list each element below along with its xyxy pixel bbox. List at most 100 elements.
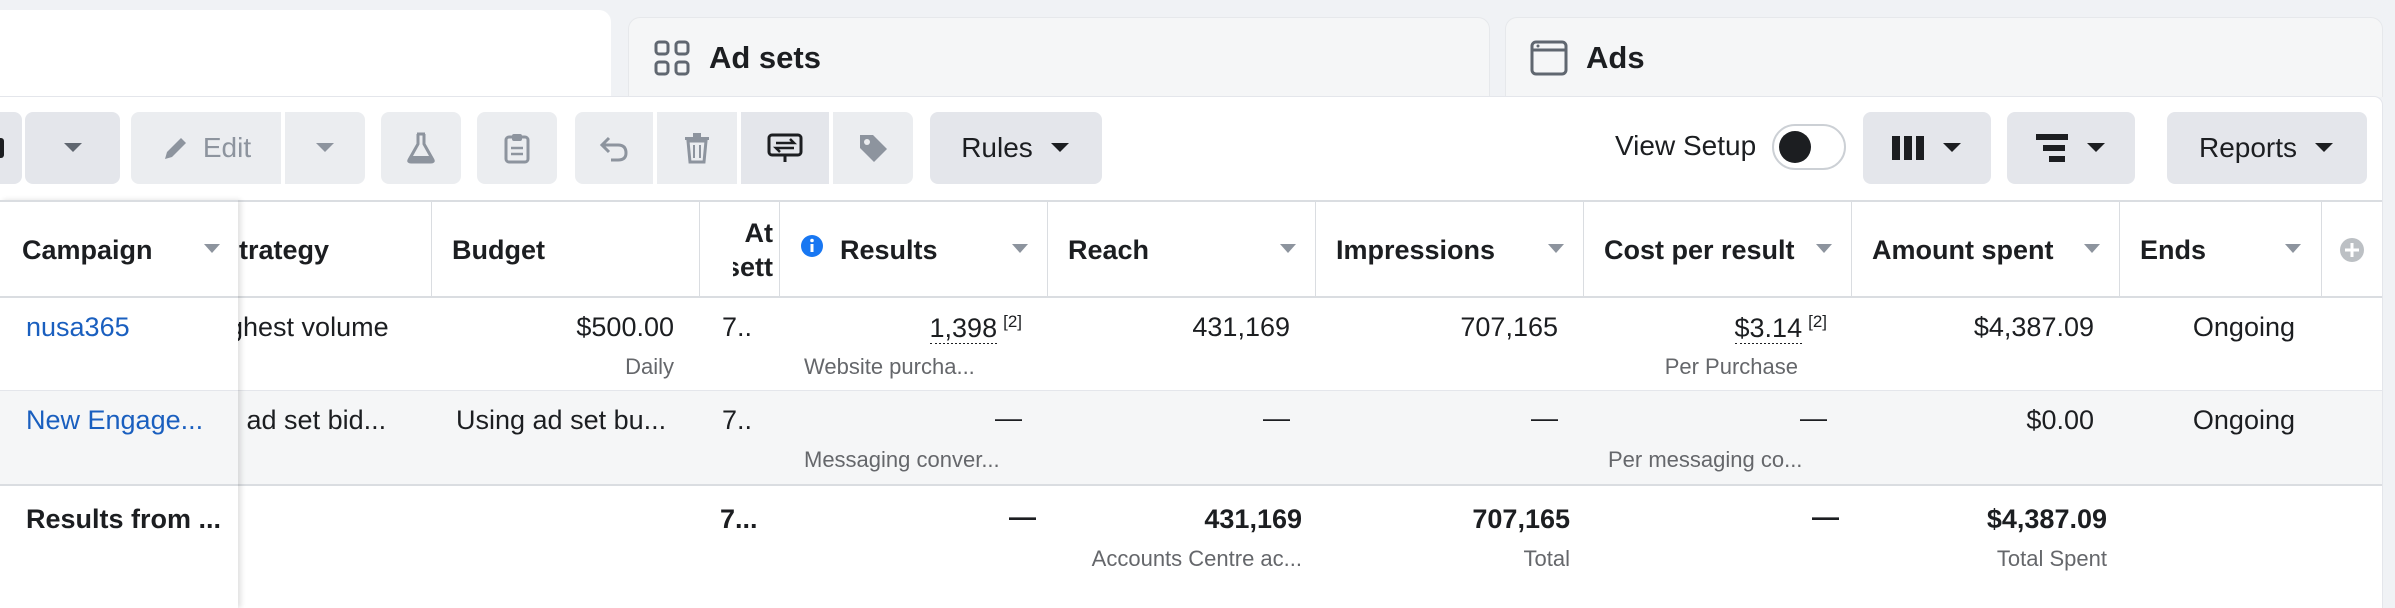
- breakdown-icon: [2035, 133, 2069, 163]
- totals-reach-sub: Accounts Centre ac...: [1091, 546, 1302, 571]
- edit-button-label: Edit: [202, 132, 252, 163]
- tag-button[interactable]: [833, 112, 913, 184]
- tab-ad-sets[interactable]: Ad sets: [628, 17, 1490, 97]
- clipboard-icon: [503, 132, 531, 164]
- breakdown-button[interactable]: [2007, 112, 2135, 184]
- info-icon[interactable]: [800, 234, 824, 263]
- chevron-down-icon: [2085, 141, 2107, 155]
- bid-strategy-cell: g ad set bid...: [224, 405, 387, 435]
- reach-cell: —: [1263, 403, 1290, 433]
- col-header-amount-spent[interactable]: Amount spent: [1872, 202, 2072, 298]
- col-header-attribution-line2: sett: [733, 252, 773, 282]
- chevron-down-icon: [62, 141, 84, 155]
- toolbar: Edit Rules View Setup Reports: [0, 112, 2382, 184]
- amount-spent-cell: $0.00: [2026, 405, 2094, 435]
- cost-type-cell: Per messaging co...: [1608, 447, 1803, 472]
- cost-per-result-cell: —: [1800, 403, 1827, 433]
- campaign-name-link[interactable]: nusa365: [26, 312, 231, 343]
- col-header-budget[interactable]: Budget: [452, 202, 692, 298]
- attribution-cell: 7..: [722, 312, 753, 342]
- campaign-name-link[interactable]: New Engage...: [26, 405, 231, 436]
- col-header-campaign-cell[interactable]: Campaign: [0, 202, 238, 298]
- col-header-attribution[interactable]: At sett: [733, 202, 773, 298]
- chevron-down-icon: [2313, 141, 2335, 155]
- chevron-down-icon: [314, 141, 336, 155]
- totals-attribution-cell: 7...: [720, 504, 758, 534]
- duplicate-button[interactable]: [0, 112, 22, 184]
- sort-impressions-icon[interactable]: [1548, 244, 1564, 253]
- col-header-cost-per-result[interactable]: Cost per result: [1604, 202, 1824, 298]
- ends-cell: Ongoing: [2192, 312, 2295, 342]
- col-header-reach[interactable]: Reach: [1068, 202, 1268, 298]
- campaigns-panel: Edit Rules View Setup Reports strategy B…: [0, 97, 2382, 608]
- table-row[interactable]: ghest volume $500.00 Daily 7.. 1,398 [2] …: [0, 298, 2382, 390]
- totals-campaign-cell: Results from ...: [0, 484, 238, 608]
- campaign-cell[interactable]: nusa365: [0, 298, 238, 390]
- budget-cell: $500.00: [576, 312, 674, 342]
- totals-label: Results from ...: [26, 504, 222, 534]
- results-cell[interactable]: 1,398 [2]: [790, 312, 1022, 344]
- bid-strategy-cell: ghest volume: [228, 312, 389, 342]
- reports-button[interactable]: Reports: [2167, 112, 2367, 184]
- sort-reach-icon[interactable]: [1280, 244, 1296, 253]
- sort-cost-per-result-icon[interactable]: [1816, 244, 1832, 253]
- tab-ad-sets-label: Ad sets: [709, 39, 821, 75]
- ends-cell: Ongoing: [2192, 405, 2295, 435]
- rules-button[interactable]: Rules: [930, 112, 1102, 184]
- totals-impressions-cell: 707,165: [1472, 504, 1570, 534]
- sort-campaign-icon[interactable]: [204, 244, 220, 253]
- attribution-cell: 7..: [722, 405, 753, 435]
- columns-button[interactable]: [1863, 112, 1991, 184]
- campaign-column: Campaign nusa365 New Engage... Results f…: [0, 200, 238, 608]
- reports-button-label: Reports: [2198, 132, 2298, 163]
- pencil-icon: [161, 133, 191, 163]
- clipboard-button[interactable]: [477, 112, 557, 184]
- delete-button[interactable]: [657, 112, 737, 184]
- results-cell: —: [995, 403, 1022, 433]
- totals-amount-spent-cell: $4,387.09: [1986, 504, 2107, 534]
- sort-results-icon[interactable]: [1012, 244, 1028, 253]
- results-type-cell: Messaging conver...: [804, 447, 1000, 472]
- edit-dropdown-button[interactable]: [285, 112, 365, 184]
- cost-type-cell: Per Purchase: [1664, 354, 1798, 379]
- col-header-bid-strategy[interactable]: strategy: [224, 202, 424, 298]
- budget-type-cell: Daily: [625, 354, 674, 379]
- trash-icon: [683, 132, 711, 164]
- budget-cell: Using ad set bu...: [456, 405, 667, 435]
- col-header-ends[interactable]: Ends: [2140, 202, 2280, 298]
- chevron-down-icon: [1941, 141, 1963, 155]
- totals-reach-cell: 431,169: [1204, 504, 1302, 534]
- edit-button[interactable]: Edit: [131, 112, 281, 184]
- tab-ads-label: Ads: [1586, 39, 1645, 75]
- add-column-icon[interactable]: [2339, 237, 2365, 268]
- undo-button[interactable]: [575, 112, 653, 184]
- campaigns-table: strategy Budget At sett Results Reach Im…: [0, 200, 2382, 608]
- impressions-cell: —: [1531, 403, 1558, 433]
- sort-ends-icon[interactable]: [2285, 244, 2301, 253]
- ads-manager-window: Ad sets Ads Edit Rules View Setup Report…: [0, 0, 2395, 608]
- cost-per-result-cell[interactable]: $3.14 [2]: [1595, 312, 1827, 344]
- view-setup-label: View Setup: [1615, 130, 1757, 161]
- flask-icon: [406, 132, 436, 164]
- ads-window-icon: [1530, 39, 1568, 77]
- amount-spent-cell: $4,387.09: [1973, 312, 2094, 342]
- col-header-impressions[interactable]: Impressions: [1336, 202, 1536, 298]
- col-header-campaign: Campaign: [22, 234, 153, 265]
- table-row[interactable]: g ad set bid... Using ad set bu... 7.. —…: [0, 390, 2382, 484]
- compare-button[interactable]: [741, 112, 829, 184]
- reach-cell: 431,169: [1192, 312, 1290, 342]
- tag-icon: [857, 132, 889, 164]
- col-header-results[interactable]: Results: [840, 202, 1000, 298]
- chevron-down-icon: [1049, 141, 1071, 155]
- view-setup-toggle[interactable]: [1772, 124, 1846, 170]
- totals-amount-spent-sub: Total Spent: [1996, 546, 2107, 571]
- undo-icon: [599, 134, 629, 162]
- rules-button-label: Rules: [961, 132, 1033, 163]
- tab-ads[interactable]: Ads: [1505, 17, 2383, 97]
- ab-test-button[interactable]: [381, 112, 461, 184]
- campaign-cell[interactable]: New Engage...: [0, 390, 238, 484]
- compare-swap-icon: [767, 132, 803, 164]
- cost-per-result-value: $3.14: [1734, 313, 1803, 344]
- duplicate-dropdown-button[interactable]: [25, 112, 120, 184]
- sort-amount-spent-icon[interactable]: [2084, 244, 2100, 253]
